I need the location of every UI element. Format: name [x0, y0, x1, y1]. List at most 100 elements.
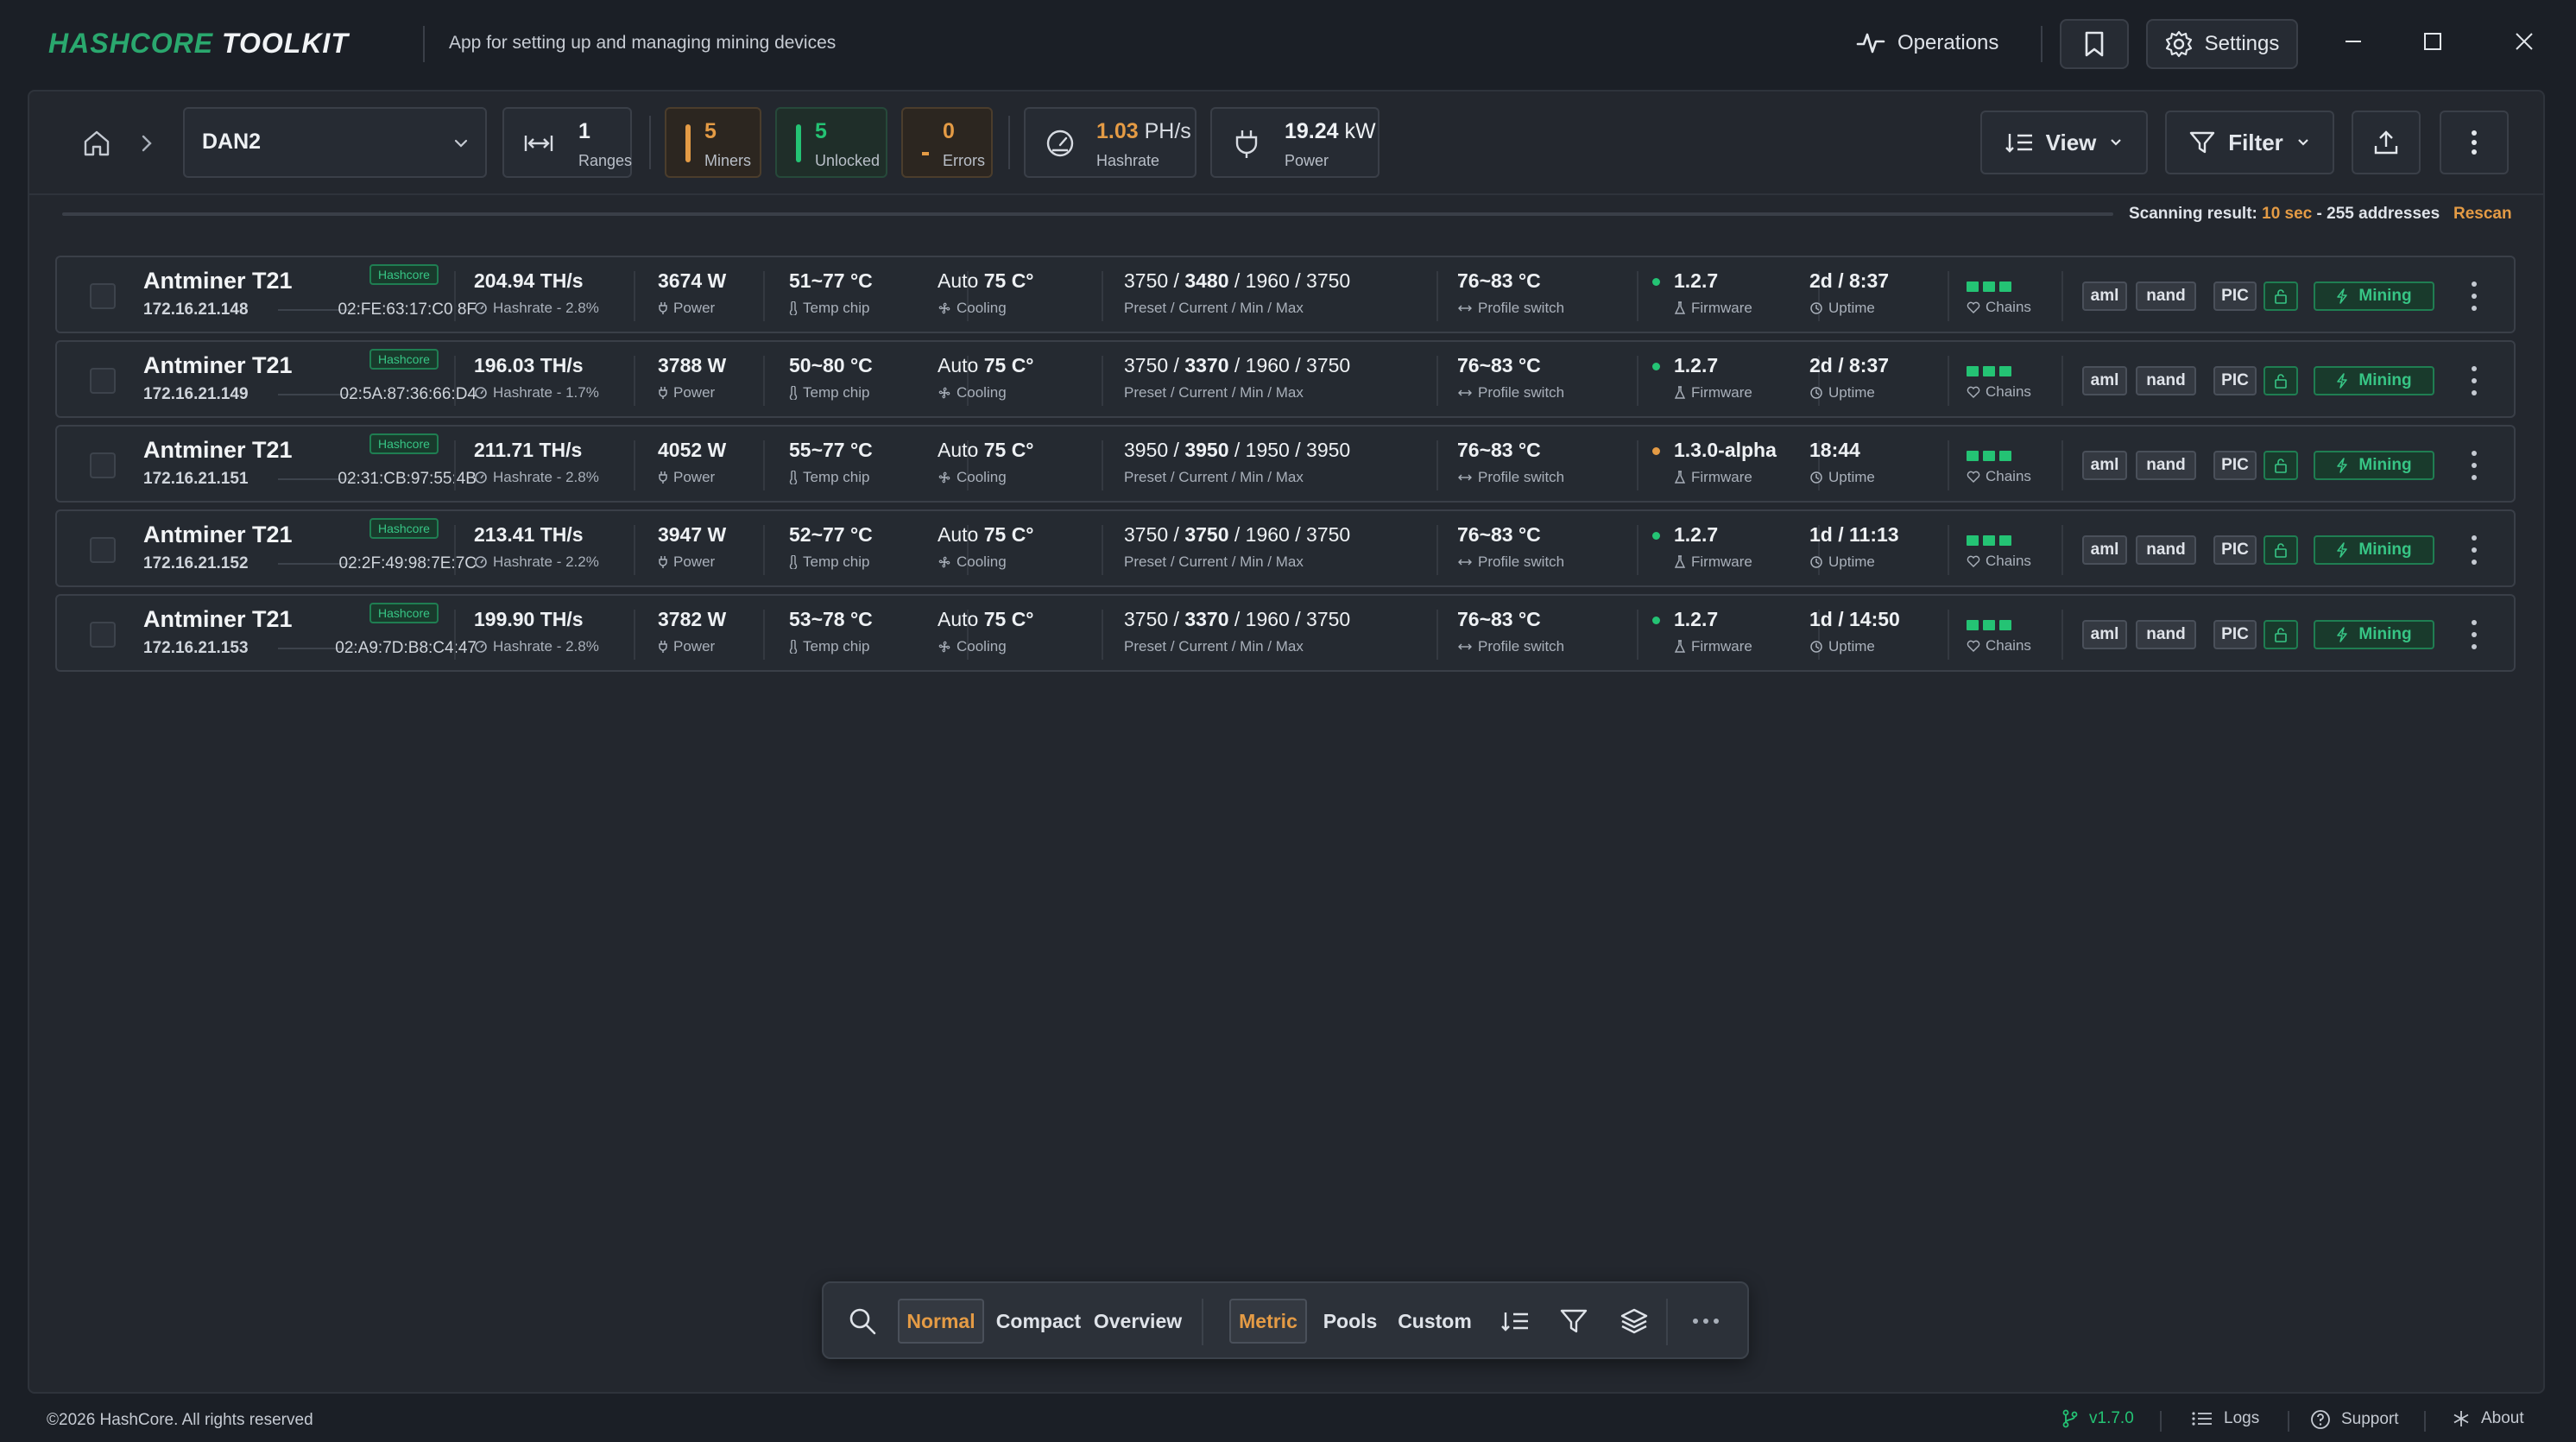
filter-icon: [2188, 130, 2216, 155]
mode-overview-button[interactable]: Overview: [1091, 1299, 1184, 1344]
operations-button[interactable]: Operations: [1856, 24, 1998, 62]
power-sub: Power: [673, 469, 716, 485]
mining-status-tag[interactable]: Mining: [2314, 620, 2434, 649]
heart-icon: [1967, 386, 1980, 398]
version-link[interactable]: v1.7.0: [2061, 1409, 2134, 1428]
mode-normal-button[interactable]: Normal: [898, 1299, 984, 1344]
nand-tag[interactable]: nand: [2136, 535, 2196, 565]
row-checkbox[interactable]: [90, 622, 116, 648]
aml-tag[interactable]: aml: [2082, 366, 2127, 395]
pools-tab[interactable]: Pools: [1317, 1299, 1383, 1344]
close-button[interactable]: [2507, 24, 2541, 59]
row-checkbox[interactable]: [90, 283, 116, 309]
nand-tag[interactable]: nand: [2136, 620, 2196, 649]
miner-row[interactable]: Antminer T21 Hashcore 172.16.21.151 02:3…: [55, 425, 2516, 503]
errors-stat[interactable]: 0 Errors: [901, 107, 993, 178]
power-stat: 19.24 kW Power: [1210, 107, 1380, 178]
preset-cell: 3750 / 3370 / 1960 / 3750 Preset / Curre…: [1124, 354, 1350, 402]
unlock-tag[interactable]: [2263, 366, 2298, 395]
custom-tab[interactable]: Custom: [1393, 1299, 1476, 1344]
unlock-icon: [2274, 542, 2288, 558]
aml-tag[interactable]: aml: [2082, 535, 2127, 565]
maximize-button[interactable]: [2415, 24, 2450, 59]
sort-button[interactable]: [1495, 1299, 1535, 1344]
cooling-target: 75 C°: [983, 269, 1034, 292]
mining-status-tag[interactable]: Mining: [2314, 366, 2434, 395]
metric-tab[interactable]: Metric: [1229, 1299, 1307, 1344]
settings-button[interactable]: Settings: [2146, 19, 2298, 69]
unlocked-stat[interactable]: 5 Unlocked: [775, 107, 887, 178]
hashrate-sub: Hashrate - 2.2%: [493, 553, 599, 570]
bookmark-button[interactable]: [2060, 19, 2129, 69]
mode-compact-button[interactable]: Compact: [993, 1299, 1084, 1344]
row-checkbox[interactable]: [90, 537, 116, 563]
rescan-link[interactable]: Rescan: [2453, 205, 2512, 224]
miners-stat[interactable]: 5 Miners: [665, 107, 761, 178]
row-menu-icon[interactable]: [2469, 281, 2479, 311]
plug-icon: [658, 640, 668, 654]
about-link[interactable]: About: [2452, 1409, 2524, 1428]
nand-tag[interactable]: nand: [2136, 281, 2196, 311]
column-divider: [2061, 356, 2063, 406]
firmware-sub: Firmware: [1691, 553, 1752, 570]
filter-button[interactable]: Filter: [2165, 111, 2334, 174]
row-checkbox[interactable]: [90, 368, 116, 394]
mining-status-tag[interactable]: Mining: [2314, 281, 2434, 311]
miner-row[interactable]: Antminer T21 Hashcore 172.16.21.149 02:5…: [55, 340, 2516, 418]
mining-status-tag[interactable]: Mining: [2314, 451, 2434, 480]
unlock-tag[interactable]: [2263, 620, 2298, 649]
row-menu-icon[interactable]: [2469, 451, 2479, 480]
nand-tag[interactable]: nand: [2136, 451, 2196, 480]
column-divider: [2061, 525, 2063, 575]
miner-row[interactable]: Antminer T21 Hashcore 172.16.21.153 02:A…: [55, 594, 2516, 672]
miner-row[interactable]: Antminer T21 Hashcore 172.16.21.148 02:F…: [55, 256, 2516, 333]
unlock-tag[interactable]: [2263, 535, 2298, 565]
cooling-target: 75 C°: [983, 354, 1034, 376]
view-button[interactable]: View: [1980, 111, 2148, 174]
search-button[interactable]: [841, 1299, 884, 1344]
unlock-tag[interactable]: [2263, 451, 2298, 480]
scan-progress-bar: [62, 212, 2113, 216]
title-bar: HASHCORE TOOLKIT App for setting up and …: [0, 0, 2576, 86]
ranges-stat[interactable]: 1 Ranges: [502, 107, 632, 178]
more-options-button[interactable]: [2440, 111, 2509, 174]
power-cell: 3788 W Power: [658, 354, 726, 402]
pic-tag[interactable]: PIC: [2213, 366, 2257, 395]
cooling-sub: Cooling: [957, 384, 1007, 401]
column-divider: [1102, 356, 1103, 406]
layers-button[interactable]: [1614, 1299, 1654, 1344]
more-button[interactable]: [1683, 1299, 1728, 1344]
miner-row[interactable]: Antminer T21 Hashcore 172.16.21.152 02:2…: [55, 509, 2516, 587]
home-icon[interactable]: [81, 128, 112, 159]
firmware-status-dot: [1652, 447, 1660, 456]
nand-tag[interactable]: nand: [2136, 366, 2196, 395]
column-divider: [763, 525, 765, 575]
aml-tag[interactable]: aml: [2082, 451, 2127, 480]
row-menu-icon[interactable]: [2469, 366, 2479, 395]
export-button[interactable]: [2352, 111, 2421, 174]
flask-icon: [1674, 640, 1686, 654]
row-menu-icon[interactable]: [2469, 535, 2479, 565]
pic-tag[interactable]: PIC: [2213, 535, 2257, 565]
chains-sub: Chains: [1986, 383, 2031, 400]
unlock-tag[interactable]: [2263, 281, 2298, 311]
support-link[interactable]: Support: [2310, 1409, 2399, 1430]
location-select[interactable]: DAN2: [183, 107, 487, 178]
miner-ip: 172.16.21.148: [143, 300, 249, 319]
pic-tag[interactable]: PIC: [2213, 281, 2257, 311]
minimize-button[interactable]: [2336, 24, 2371, 59]
logs-link[interactable]: Logs: [2191, 1409, 2259, 1428]
filter-button[interactable]: [1554, 1299, 1594, 1344]
flask-icon: [1674, 301, 1686, 315]
thermometer-icon: [789, 640, 798, 654]
row-checkbox[interactable]: [90, 452, 116, 478]
hashrate-sub: Hashrate - 2.8%: [493, 300, 599, 316]
mining-status-tag[interactable]: Mining: [2314, 535, 2434, 565]
column-divider: [763, 610, 765, 660]
firmware-sub: Firmware: [1691, 300, 1752, 316]
aml-tag[interactable]: aml: [2082, 620, 2127, 649]
pic-tag[interactable]: PIC: [2213, 620, 2257, 649]
aml-tag[interactable]: aml: [2082, 281, 2127, 311]
pic-tag[interactable]: PIC: [2213, 451, 2257, 480]
row-menu-icon[interactable]: [2469, 620, 2479, 649]
